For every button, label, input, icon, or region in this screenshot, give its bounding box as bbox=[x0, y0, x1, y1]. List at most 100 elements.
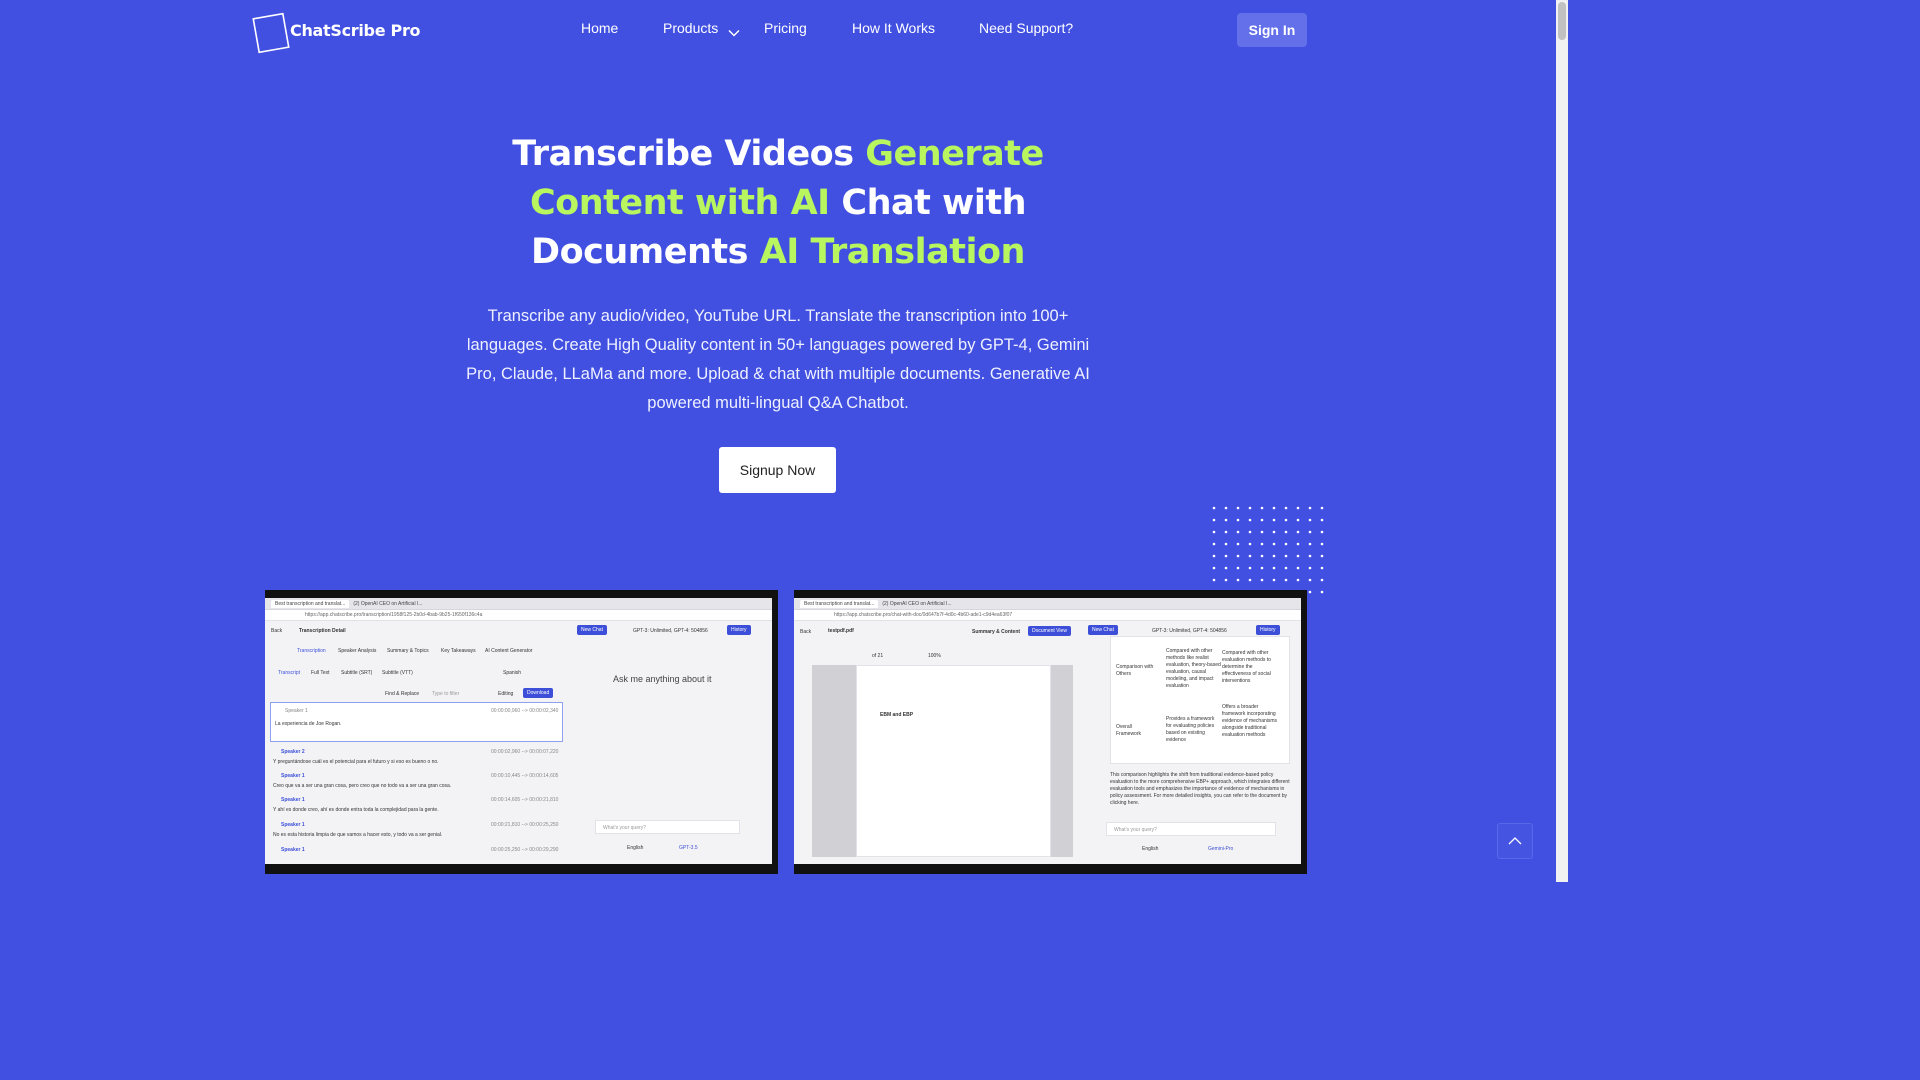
speaker-label: Speaker 1 bbox=[285, 708, 308, 714]
language-dropdown: English bbox=[627, 845, 644, 851]
editing-toggle: Editing bbox=[498, 691, 514, 697]
nav-need-support[interactable]: Need Support? bbox=[979, 20, 1073, 36]
decorative-dot bbox=[1212, 542, 1216, 546]
decorative-dot bbox=[1212, 506, 1216, 510]
decorative-dot bbox=[1320, 506, 1324, 510]
decorative-dot bbox=[1296, 542, 1300, 546]
decorative-dot bbox=[1236, 518, 1240, 522]
tab-transcription: Transcription bbox=[297, 648, 326, 654]
subtab-transcript: Transcript bbox=[278, 670, 301, 676]
hero-title-highlight-2: AI Translation bbox=[759, 232, 1026, 272]
new-chat-button: New Chat bbox=[1088, 625, 1118, 635]
pdf-page bbox=[856, 665, 1051, 857]
pdf-page-count: of 21 bbox=[872, 653, 884, 659]
transcription-title: Transcription Detail bbox=[299, 628, 346, 634]
timestamp: 00:00:25,250 --> 00:00:29,290 bbox=[491, 847, 559, 853]
decorative-dot bbox=[1248, 542, 1252, 546]
back-link: Back bbox=[800, 629, 812, 635]
decorative-dot bbox=[1296, 518, 1300, 522]
pdf-heading: EBM and EBP bbox=[880, 712, 914, 718]
nav-home[interactable]: Home bbox=[581, 20, 618, 36]
signup-now-button[interactable]: Signup Now bbox=[719, 447, 836, 493]
model-dropdown: GPT-3.5 bbox=[679, 845, 698, 851]
decorative-dot bbox=[1224, 578, 1228, 582]
subtab-srt: Subtitle (SRT) bbox=[341, 670, 373, 676]
decorative-dot bbox=[1224, 554, 1228, 558]
decorative-dot bbox=[1320, 542, 1324, 546]
decorative-dot bbox=[1284, 506, 1288, 510]
decorative-dot bbox=[1296, 530, 1300, 534]
browser-tab: (2) OpenAI CEO on Artificial I... bbox=[353, 600, 423, 607]
decorative-dot bbox=[1248, 530, 1252, 534]
hero-title: Transcribe Videos Generate Content with … bbox=[450, 130, 1106, 277]
decorative-dot bbox=[1296, 506, 1300, 510]
decorative-dot bbox=[1236, 566, 1240, 570]
scrollbar-thumb[interactable] bbox=[1558, 2, 1566, 40]
summary-content-tab: Summary & Content bbox=[972, 629, 1021, 635]
table-row-label: Comparison with Others bbox=[1116, 664, 1154, 677]
decorative-dot bbox=[1212, 530, 1216, 534]
decorative-dot bbox=[1308, 542, 1312, 546]
decorative-dot bbox=[1320, 590, 1324, 594]
filter-input: Type to filter bbox=[432, 691, 460, 697]
usage-text: GPT-3: Unlimited, GPT-4: 504856 bbox=[633, 628, 708, 634]
decorative-dot bbox=[1260, 578, 1264, 582]
decorative-dot bbox=[1272, 566, 1276, 570]
transcript-text: Creo que va a ser una gran cosa, pero cr… bbox=[273, 783, 452, 789]
tab-summary-topics: Summary & Topics bbox=[387, 648, 429, 654]
nav-links: Home Products Pricing How It Works Need … bbox=[0, 20, 1556, 42]
chevron-up-icon bbox=[1508, 832, 1522, 850]
decorative-dot bbox=[1236, 554, 1240, 558]
decorative-dot bbox=[1224, 542, 1228, 546]
table-cell: Compared with other methods like realist… bbox=[1166, 648, 1221, 689]
decorative-dot-grid bbox=[1212, 506, 1324, 594]
decorative-dot bbox=[1236, 506, 1240, 510]
decorative-dot bbox=[1284, 554, 1288, 558]
pdf-margin-left bbox=[812, 665, 856, 857]
chat-query-placeholder: What's your query? bbox=[603, 825, 646, 831]
nav-products[interactable]: Products bbox=[663, 20, 740, 37]
decorative-dot bbox=[1308, 578, 1312, 582]
timestamp: 00:00:00,960 --> 00:00:02,340 bbox=[491, 708, 559, 714]
speaker-label: Speaker 1 bbox=[281, 773, 305, 779]
new-chat-button: New Chat bbox=[577, 625, 607, 635]
decorative-dot bbox=[1272, 506, 1276, 510]
sign-in-button[interactable]: Sign In bbox=[1237, 13, 1307, 47]
nav-how-it-works[interactable]: How It Works bbox=[852, 20, 935, 36]
decorative-dot bbox=[1224, 566, 1228, 570]
decorative-dot bbox=[1308, 506, 1312, 510]
back-link: Back bbox=[271, 628, 283, 634]
page-scrollbar[interactable] bbox=[1556, 0, 1568, 882]
nav-pricing[interactable]: Pricing bbox=[764, 20, 807, 36]
decorative-dot bbox=[1260, 530, 1264, 534]
decorative-dot bbox=[1212, 554, 1216, 558]
decorative-dot bbox=[1320, 578, 1324, 582]
speaker-label: Speaker 1 bbox=[281, 847, 305, 853]
decorative-dot bbox=[1284, 530, 1288, 534]
speaker-label: Speaker 2 bbox=[281, 749, 305, 755]
browser-tab-bar: Best transcription and translat... (2) O… bbox=[265, 598, 772, 610]
url-bar: https://app.chatscribe.pro/chat-with-doc… bbox=[794, 610, 1301, 621]
decorative-dot bbox=[1212, 578, 1216, 582]
decorative-dot bbox=[1224, 530, 1228, 534]
transcription-screenshot: Best transcription and translat... (2) O… bbox=[265, 590, 778, 874]
timestamp: 00:00:10,445 --> 00:00:14,605 bbox=[491, 773, 559, 779]
decorative-dot bbox=[1308, 554, 1312, 558]
download-button: Download bbox=[523, 688, 554, 698]
document-title: testpdf.pdf bbox=[828, 628, 854, 634]
find-replace: Find & Replace bbox=[385, 691, 420, 697]
decorative-dot bbox=[1260, 506, 1264, 510]
nav-products-label: Products bbox=[663, 20, 719, 36]
timestamp: 00:00:21,810 --> 00:00:25,250 bbox=[491, 822, 559, 828]
url-bar: https://app.chatscribe.pro/transcription… bbox=[265, 610, 772, 621]
timestamp: 00:00:02,960 --> 00:00:07,220 bbox=[491, 749, 559, 755]
table-cell: Provides a framework for evaluating poli… bbox=[1166, 716, 1215, 743]
decorative-dot bbox=[1212, 566, 1216, 570]
history-button: History bbox=[727, 625, 751, 635]
decorative-dot bbox=[1236, 542, 1240, 546]
history-button: History bbox=[1256, 625, 1280, 635]
scroll-to-top-button[interactable] bbox=[1497, 823, 1533, 859]
browser-tab: (2) OpenAI CEO on Artificial I... bbox=[882, 600, 952, 607]
decorative-dot bbox=[1284, 542, 1288, 546]
decorative-dot bbox=[1296, 578, 1300, 582]
